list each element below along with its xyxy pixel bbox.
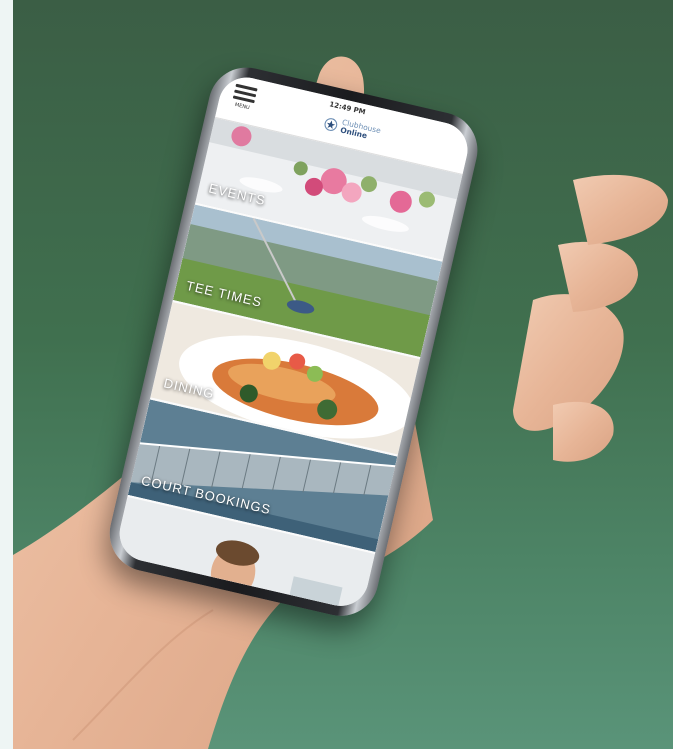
green-backdrop: MENU 12:49 PM Clubhouse Online EVENTS TE… [13,0,673,749]
menu-label: MENU [234,102,251,112]
clubhouse-logo-icon [324,117,338,131]
